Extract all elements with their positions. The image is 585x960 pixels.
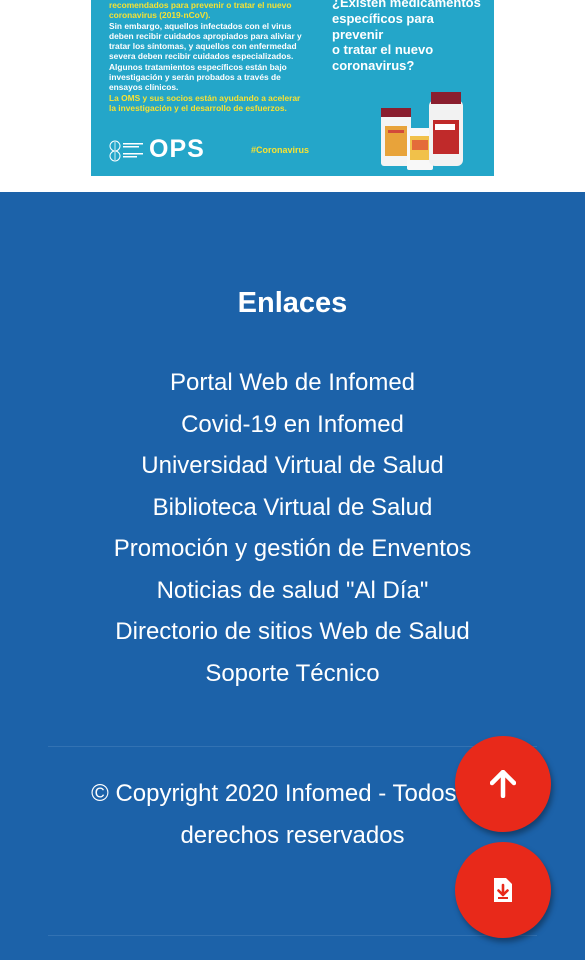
banner-body-text: recomendados para prevenir o tratar el n… (109, 0, 317, 113)
banner-text-line: deben recibir cuidados apropiados para a… (109, 30, 302, 41)
coronavirus-hashtag: #Coronavirus (251, 145, 310, 155)
banner-text-line: severa deben recibir cuidados especializ… (109, 51, 294, 62)
ops-logo: OPS (149, 135, 205, 163)
footer-link[interactable]: Directorio de sitios Web de Salud (0, 611, 585, 653)
footer-link[interactable]: Covid-19 en Infomed (0, 404, 585, 446)
banner-text-line: recomendados para prevenir o tratar el n… (109, 0, 292, 10)
banner-question-line: o tratar el nuevo (332, 42, 434, 58)
footer-links-list: Portal Web de Infomed Covid-19 en Infome… (0, 362, 585, 694)
links-heading: Enlaces (237, 287, 348, 319)
footer-link-label[interactable]: Universidad Virtual de Salud (141, 452, 443, 479)
footer-link-label[interactable]: Noticias de salud "Al Día" (157, 577, 429, 604)
banner-text-line: la investigación y el desarrollo de esfu… (109, 102, 287, 113)
banner-text-line: La OMS y sus socios están ayudando a ace… (109, 92, 301, 103)
footer-link-label[interactable]: Directorio de sitios Web de Salud (115, 618, 469, 645)
banner-text-line: Sin embargo, aquellos infectados con el … (109, 20, 292, 31)
banner-question-text: ¿Existen medicamentos específicos para pre… (332, 0, 494, 74)
footer-link[interactable]: Promoción y gestión de Enventos (0, 528, 585, 570)
file-download-icon (494, 878, 512, 902)
copyright-line: derechos reservados (180, 821, 405, 849)
banner-question-line: específicos para (332, 10, 434, 26)
banner-text-line: investigación y serán probados a través … (109, 72, 281, 83)
banner-text-line: ensayos clínicos. (109, 82, 179, 93)
banner-question-line: ¿Existen medicamentos (332, 0, 481, 10)
download-button[interactable] (455, 842, 551, 938)
footer-divider-bottom (48, 935, 537, 936)
who-paho-emblem-icon (109, 140, 143, 162)
footer-link[interactable]: Biblioteca Virtual de Salud (0, 487, 585, 529)
scroll-to-top-button[interactable] (455, 736, 551, 832)
footer-link-label[interactable]: Soporte Técnico (205, 660, 379, 687)
arrow-up-icon (490, 770, 516, 798)
footer-link-label[interactable]: Promoción y gestión de Enventos (114, 535, 472, 562)
footer-divider (48, 746, 537, 747)
footer-link[interactable]: Universidad Virtual de Salud (0, 445, 585, 487)
banner-text-line: coronavirus (2019-nCoV). (109, 10, 211, 21)
footer-link-label[interactable]: Covid-19 en Infomed (181, 411, 404, 438)
banner-text-line: Algunos tratamientos específicos están b… (109, 61, 287, 72)
coronavirus-info-banner[interactable]: recomendados para prevenir o tratar el n… (91, 0, 494, 176)
medicine-bottles-icon (381, 92, 463, 170)
footer-link[interactable]: Noticias de salud "Al Día" (0, 570, 585, 612)
banner-text-line: tratar los síntomas, y aquellos con enfe… (109, 41, 297, 52)
footer-link[interactable]: Portal Web de Infomed (0, 362, 585, 404)
banner-question-line: coronavirus? (332, 58, 415, 74)
footer-link-label[interactable]: Portal Web de Infomed (170, 369, 415, 396)
footer-link-label[interactable]: Biblioteca Virtual de Salud (153, 494, 433, 521)
banner-question-line: prevenir (332, 26, 384, 42)
footer-link[interactable]: Soporte Técnico (0, 653, 585, 695)
